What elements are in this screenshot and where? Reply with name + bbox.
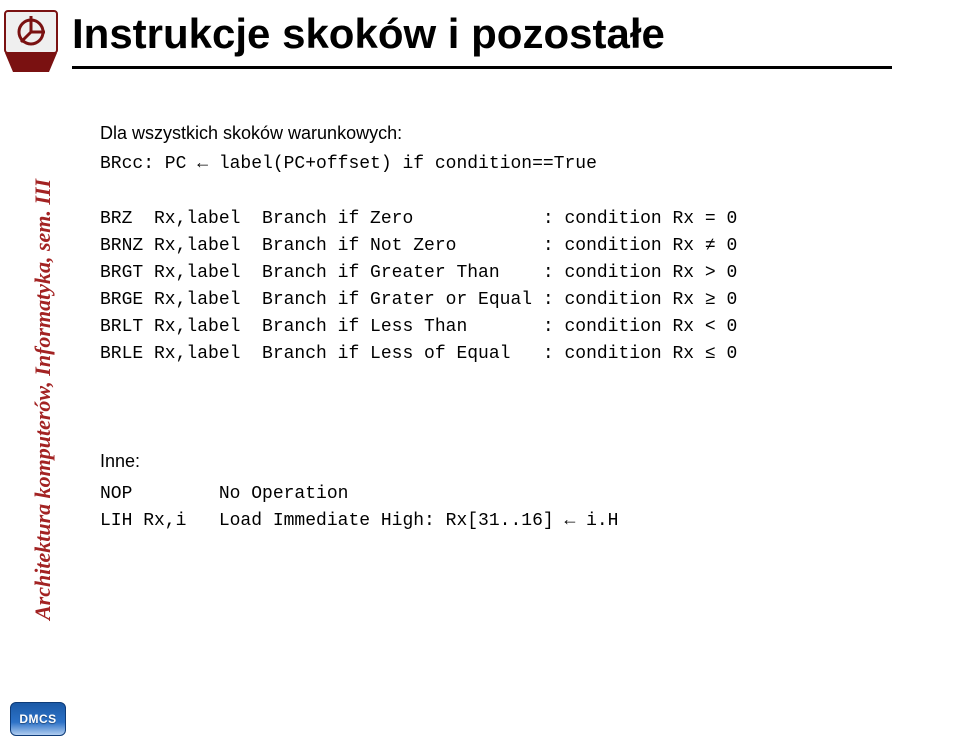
dmcs-badge: DMCS — [10, 702, 66, 736]
slide-content: Dla wszystkich skoków warunkowych: BRcc:… — [100, 120, 920, 563]
sidebar-course-label: Architektura komputerów, Informatyka, se… — [30, 179, 56, 620]
branch-instruction-table: BRZ Rx,label Branch if Zero : condition … — [100, 206, 920, 368]
other-section-label: Inne: — [100, 448, 920, 475]
other-instruction-table: NOP No Operation LIH Rx,i Load Immediate… — [100, 481, 920, 535]
sidebar-text: Architektura komputerów, Informatyka, se… — [30, 179, 55, 620]
university-logo — [4, 10, 58, 74]
dmcs-badge-text: DMCS — [19, 712, 56, 726]
intro-line: Dla wszystkich skoków warunkowych: — [100, 120, 920, 147]
page-title: Instrukcje skoków i pozostałe — [72, 10, 665, 58]
brcc-definition: BRcc: PC ← label(PC+offset) if condition… — [100, 151, 920, 178]
title-underline — [72, 66, 892, 69]
